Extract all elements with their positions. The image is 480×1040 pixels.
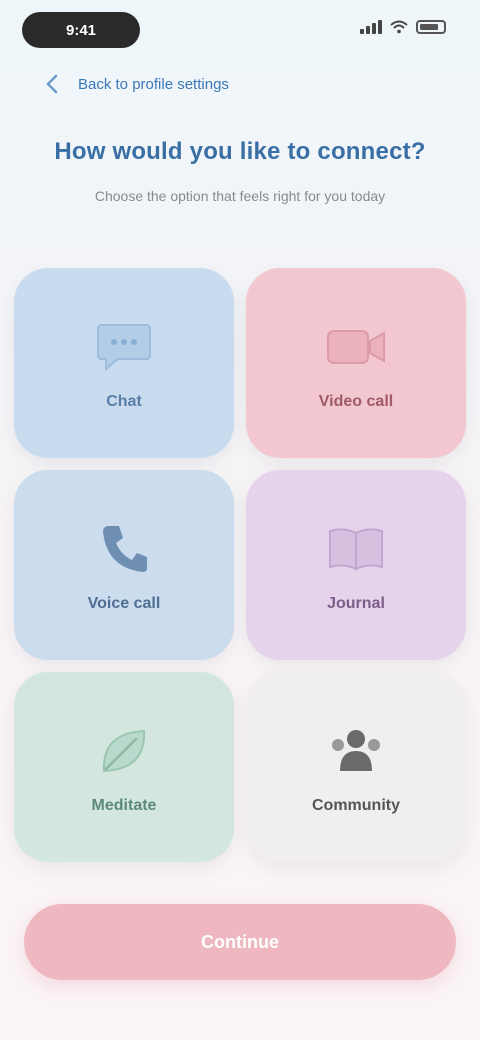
back-label: Back to profile settings [78,75,229,93]
status-icons [360,20,446,34]
continue-button[interactable]: Continue [24,904,456,980]
wifi-icon [390,20,408,34]
option-label: Chat [106,393,142,410]
option-tile-chat[interactable]: Chat [14,268,234,458]
option-label: Video call [318,393,394,410]
option-label: Voice call [87,595,161,612]
status-time-pill: 9:41 [22,12,140,48]
option-tile-journal[interactable]: Journal [246,470,466,660]
phone-icon [92,517,156,581]
book-icon [324,517,388,581]
option-label: Community [312,797,400,814]
chat-bubble-icon [92,315,156,379]
option-tile-voice-call[interactable]: Voice call [14,470,234,660]
option-tile-video-call[interactable]: Video call [246,268,466,458]
status-time: 9:41 [65,21,97,39]
back-link[interactable]: Back to profile settings [40,66,229,102]
page-title: How would you like to connect? [54,138,426,165]
signal-icon [360,20,382,34]
video-camera-icon [324,315,388,379]
option-tile-meditate[interactable]: Meditate [14,672,234,862]
option-tile-community[interactable]: Community [246,672,466,862]
option-label: Meditate [91,797,157,814]
people-icon [324,719,388,783]
page-subtitle: Choose the option that feels right for y… [94,188,386,204]
chevron-left-icon [40,72,64,96]
status-bar: 9:41 [0,0,480,64]
battery-icon [416,20,446,34]
leaf-icon [92,719,156,783]
option-label: Journal [327,595,385,612]
